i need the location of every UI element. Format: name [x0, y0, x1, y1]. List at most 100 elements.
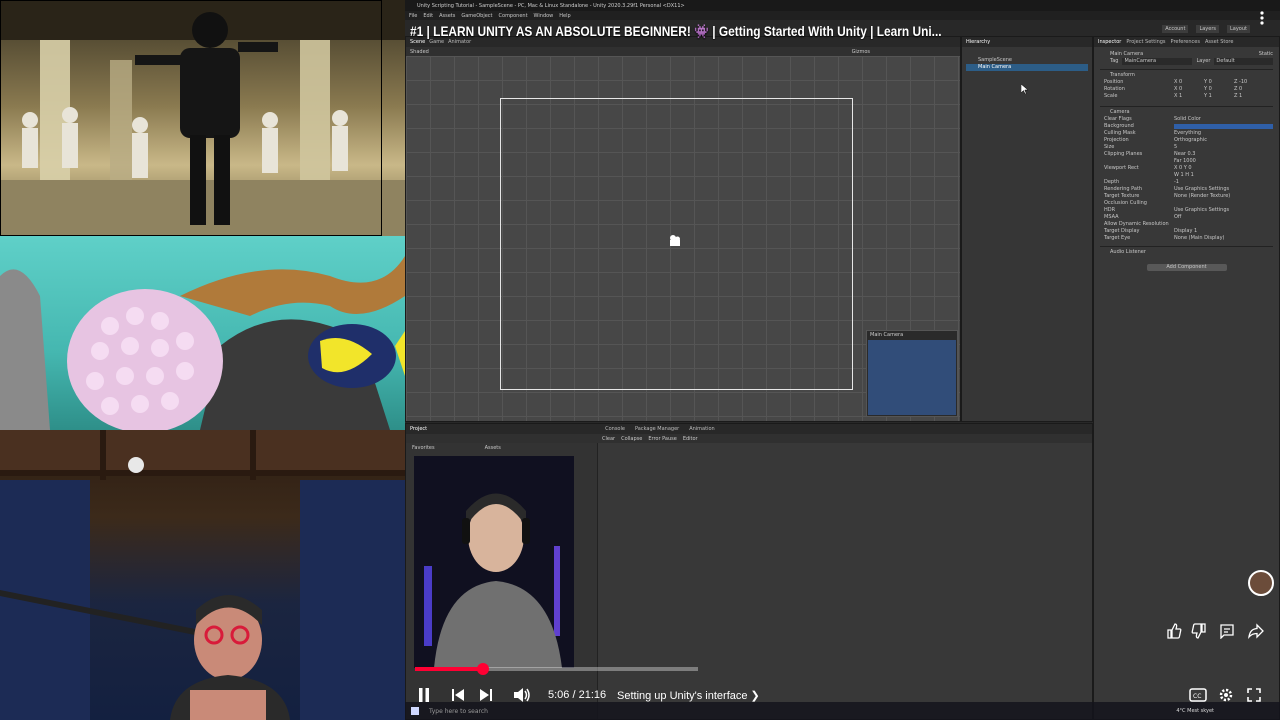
layer-dropdown[interactable]: Default — [1214, 58, 1273, 65]
add-component-button[interactable]: Add Component — [1146, 264, 1227, 271]
camera-preview-label: Main Camera — [870, 332, 904, 338]
camera-property-label: Target Display — [1104, 228, 1140, 234]
progress-bar[interactable] — [415, 663, 698, 675]
camera-property-value[interactable]: None (Main Display) — [1174, 235, 1273, 242]
transform-z-field[interactable]: Z 0 — [1234, 86, 1264, 93]
camera-property-row: Projection Orthographic — [1104, 137, 1273, 144]
scene-toolbar: Shaded Gizmos — [406, 47, 960, 56]
camera-property-value[interactable]: Solid Color — [1174, 116, 1273, 123]
camera-property-value[interactable]: Off — [1174, 214, 1273, 221]
camera-property-value[interactable]: -1 — [1174, 179, 1273, 186]
menu-file[interactable]: File — [409, 13, 417, 19]
transform-y-field[interactable]: Y 0 — [1204, 79, 1234, 86]
camera-property-value[interactable]: None (Render Texture) — [1174, 193, 1273, 200]
dislike-icon[interactable] — [1188, 620, 1210, 642]
time-display: 5:06 / 21:16 — [548, 689, 607, 701]
camera-gizmo-icon[interactable] — [668, 234, 682, 248]
menu-window[interactable]: Window — [534, 13, 554, 19]
hierarchy-item-main-camera[interactable]: Main Camera — [966, 64, 1088, 71]
camera-property-label: Target Texture — [1104, 193, 1140, 199]
chapter-title[interactable]: Setting up Unity's interface ❯ — [617, 689, 760, 702]
camera-property-value[interactable] — [1174, 221, 1273, 228]
channel-avatar[interactable] — [1248, 570, 1274, 596]
camera-property-value[interactable]: X 0 Y 0 — [1174, 165, 1273, 172]
tab-package-manager[interactable]: Package Manager — [635, 426, 679, 432]
camera-property-label: Projection — [1104, 137, 1129, 143]
transform-header[interactable]: Transform — [1100, 69, 1273, 79]
camera-property-value[interactable]: Near 0.3 — [1174, 151, 1273, 158]
unity-editor: Unity Scripting Tutorial - SampleScene -… — [405, 0, 1280, 720]
transform-y-field[interactable]: Y 0 — [1204, 86, 1234, 93]
camera-property-value[interactable]: Orthographic — [1174, 137, 1273, 144]
project-assets[interactable]: Assets — [485, 445, 501, 451]
camera-property-value[interactable]: Everything — [1174, 130, 1273, 137]
transform-x-field[interactable]: X 0 — [1174, 86, 1204, 93]
hierarchy-item-samplescene[interactable]: SampleScene — [978, 57, 1088, 64]
menu-component[interactable]: Component — [499, 13, 528, 19]
camera-property-label: Background — [1104, 123, 1134, 129]
transform-row: Scale X 1Y 1Z 1 — [1104, 93, 1273, 100]
transform-z-field[interactable]: Z 1 — [1234, 93, 1264, 100]
aquarium-feed — [0, 236, 405, 430]
menu-gameobject[interactable]: GameObject — [461, 13, 492, 19]
transform-x-field[interactable]: X 1 — [1174, 93, 1204, 100]
camera-preview-image — [868, 340, 956, 415]
unity-window-title: Unity Scripting Tutorial - SampleScene -… — [417, 2, 685, 9]
camera-property-row: Far 1000 — [1104, 158, 1273, 165]
tag-dropdown[interactable]: MainCamera — [1122, 58, 1193, 65]
tab-console[interactable]: Console — [605, 426, 625, 432]
static-toggle[interactable]: Static — [1259, 51, 1273, 58]
camera-property-value[interactable]: Use Graphics Settings — [1174, 186, 1273, 193]
camera-property-value[interactable]: Far 1000 — [1174, 158, 1273, 165]
camera-property-label — [1104, 172, 1174, 179]
video-player[interactable]: Unity Scripting Tutorial - SampleScene -… — [0, 0, 1280, 720]
progress-scrubber[interactable] — [476, 663, 489, 675]
camera-property-value[interactable]: Display 1 — [1174, 228, 1273, 235]
camera-property-row: Target Display Display 1 — [1104, 228, 1273, 235]
menu-help[interactable]: Help — [559, 13, 570, 19]
tab-project[interactable]: Project — [410, 426, 427, 432]
transform-row-label: Scale — [1104, 93, 1118, 99]
console-collapse-button[interactable]: Collapse — [621, 436, 642, 442]
audio-listener-header[interactable]: Audio Listener — [1100, 246, 1273, 256]
streamer-webcam-feed — [0, 430, 405, 720]
camera-property-value[interactable]: 5 — [1174, 144, 1273, 151]
camera-property-value[interactable] — [1174, 124, 1273, 129]
scene-viewport[interactable]: Main Camera — [406, 56, 960, 421]
transform-row: Rotation X 0Y 0Z 0 — [1104, 86, 1273, 93]
camera-property-value[interactable]: Use Graphics Settings — [1174, 207, 1273, 214]
svg-text:CC: CC — [1193, 693, 1201, 700]
share-icon[interactable] — [1245, 620, 1267, 642]
like-icon[interactable] — [1163, 620, 1185, 642]
project-favorites[interactable]: Favorites — [412, 445, 435, 451]
taskbar-weather[interactable]: 4°C Mest skyet — [1176, 708, 1214, 714]
camera-property-value[interactable] — [1174, 200, 1273, 207]
video-title-row: #1 | LEARN UNITY AS AN ABSOLUTE BEGINNER… — [410, 20, 1270, 42]
taskbar-search[interactable]: Type here to search — [429, 708, 488, 715]
video-title[interactable]: #1 | LEARN UNITY AS AN ABSOLUTE BEGINNER… — [410, 23, 942, 40]
camera-property-row: Background — [1104, 123, 1273, 130]
menu-assets[interactable]: Assets — [439, 13, 455, 19]
transform-y-field[interactable]: Y 1 — [1204, 93, 1234, 100]
camera-header[interactable]: Camera — [1100, 106, 1273, 116]
tab-animation[interactable]: Animation — [689, 426, 715, 432]
camera-property-row: W 1 H 1 — [1104, 172, 1273, 179]
console-clear-button[interactable]: Clear — [602, 436, 615, 442]
windows-start-icon[interactable] — [411, 707, 419, 715]
console-error-pause-button[interactable]: Error Pause — [648, 436, 676, 442]
menu-edit[interactable]: Edit — [423, 13, 433, 19]
overflow-menu-icon[interactable] — [1254, 10, 1270, 26]
console-editor-dropdown[interactable]: Editor — [683, 436, 698, 442]
comments-icon[interactable] — [1216, 620, 1238, 642]
mouse-cursor-icon — [1020, 83, 1029, 96]
transform-x-field[interactable]: X 0 — [1174, 79, 1204, 86]
gizmos-dropdown[interactable]: Gizmos — [852, 49, 870, 55]
camera-property-value[interactable]: W 1 H 1 — [1174, 172, 1273, 179]
camera-property-label: Culling Mask — [1104, 130, 1136, 136]
transform-z-field[interactable]: Z -10 — [1234, 79, 1264, 86]
camera-property-row: Viewport Rect X 0 Y 0 — [1104, 165, 1273, 172]
inspector-object-name[interactable]: Main Camera — [1100, 51, 1143, 58]
camera-property-label: Size — [1104, 144, 1115, 150]
shaded-dropdown[interactable]: Shaded — [410, 49, 429, 55]
camera-property-label: Occlusion Culling — [1104, 200, 1147, 206]
